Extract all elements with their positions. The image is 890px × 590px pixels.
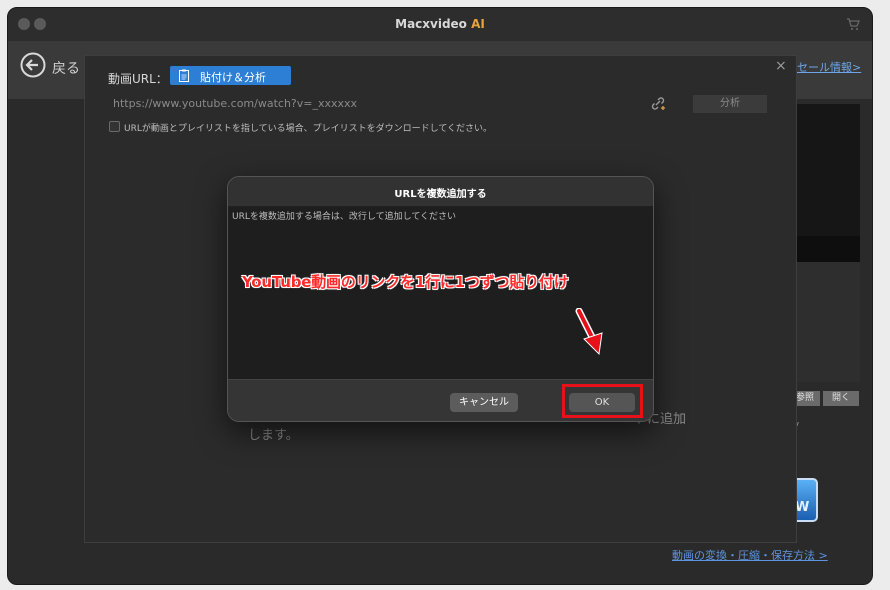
howto-link[interactable]: 動画の変換・圧縮・保存方法 > [672, 547, 828, 563]
playlist-checkbox[interactable] [109, 121, 120, 132]
clipboard-icon [179, 69, 189, 82]
preview-area [790, 104, 860, 236]
url-label: 動画URL： [108, 72, 168, 86]
sale-link[interactable]: セール情報> [797, 59, 861, 75]
app-title: Macxvideo AI [395, 17, 485, 31]
back-label[interactable]: 戻る [52, 58, 80, 78]
url-input[interactable]: https://www.youtube.com/watch?v=_xxxxxx [113, 97, 357, 110]
ok-highlight-box [562, 384, 643, 418]
close-icon[interactable]: × [775, 58, 787, 74]
side-panel [790, 262, 860, 382]
analyze-button[interactable]: 分析 [693, 95, 767, 113]
back-arrow-icon[interactable] [20, 52, 46, 78]
dialog-header: URLを複数追加する [228, 177, 653, 207]
playlist-option-label: URLが動画とプレイリストを指している場合、プレイリストをダウンロードしてくださ… [124, 124, 493, 134]
paste-analyze-label: 貼付け＆分析 [200, 71, 266, 84]
pointer-arrow-icon [575, 308, 603, 356]
app-icon-letter: W [795, 500, 810, 515]
dialog-title: URLを複数追加する [394, 189, 487, 200]
instruction-annotation: YouTube動画のリンクを1行に1つずつ貼り付け [242, 273, 569, 291]
drop-hint-text: します。 [248, 428, 299, 443]
titlebar: Macxvideo AI [8, 8, 872, 41]
preview-stripe [790, 236, 860, 262]
add-link-icon[interactable] [650, 95, 666, 111]
cancel-button[interactable]: キャンセル [450, 393, 518, 412]
open-button[interactable]: 開く [823, 391, 859, 406]
paste-analyze-button[interactable]: 貼付け＆分析 [170, 66, 291, 85]
cart-icon[interactable] [846, 17, 860, 31]
